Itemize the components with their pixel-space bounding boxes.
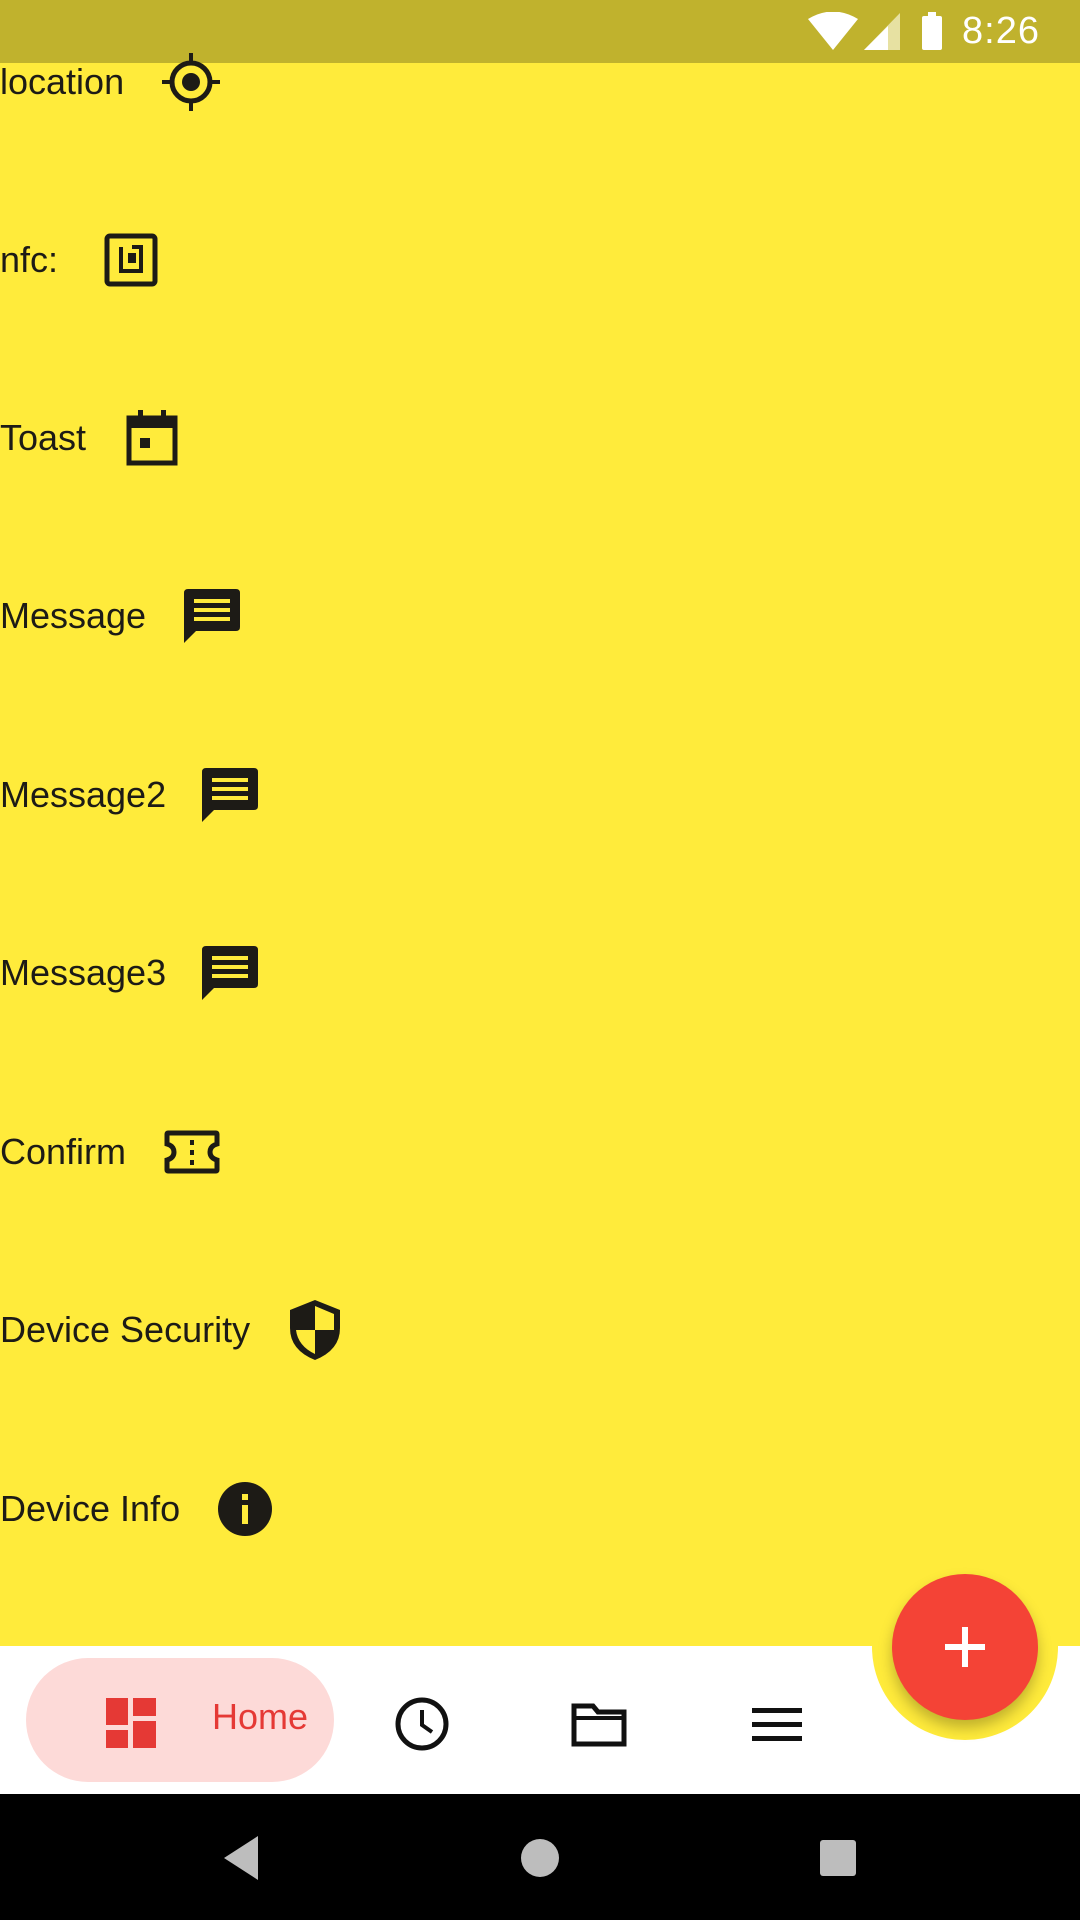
list-item-label: Message3 xyxy=(0,952,167,993)
list-item-label: Confirm xyxy=(0,1131,127,1172)
nfc-icon xyxy=(104,233,158,287)
shield-icon xyxy=(290,1300,341,1360)
list-item-confirm[interactable]: Confirm xyxy=(0,1102,220,1202)
system-navigation-bar xyxy=(0,1794,1080,1920)
ticket-icon xyxy=(164,1130,220,1174)
list-item-message[interactable]: Message xyxy=(0,566,241,666)
list-item-label: Message xyxy=(0,595,147,636)
recents-icon[interactable] xyxy=(810,1830,866,1886)
message-icon xyxy=(202,768,259,822)
dashboard-icon xyxy=(106,1698,156,1748)
menu-icon[interactable] xyxy=(749,1696,805,1752)
calendar-icon xyxy=(126,410,178,466)
wifi-icon xyxy=(808,12,858,50)
history-icon[interactable] xyxy=(394,1696,450,1752)
my-location-icon xyxy=(162,53,221,111)
list-item-toast[interactable]: Toast xyxy=(0,388,178,488)
list-item-location[interactable]: location xyxy=(0,32,221,132)
list-item-message3[interactable]: Message3 xyxy=(0,923,259,1023)
status-time: 8:26 xyxy=(962,10,1040,52)
list-item-label: Message2 xyxy=(0,774,167,815)
list-item-label: nfc: xyxy=(0,239,59,280)
add-button[interactable] xyxy=(892,1574,1038,1720)
back-icon[interactable] xyxy=(212,1830,268,1886)
message-icon xyxy=(184,589,241,643)
list-item-device-security[interactable]: Device Security xyxy=(0,1280,341,1380)
list-item-label: Device Info xyxy=(0,1488,181,1529)
battery-icon xyxy=(922,12,942,50)
home-circle-icon[interactable] xyxy=(512,1830,568,1886)
add-icon xyxy=(945,1627,985,1667)
nav-item-home[interactable]: Home xyxy=(26,1658,334,1782)
list-item-device-info[interactable]: Device Info xyxy=(0,1459,273,1559)
message-icon xyxy=(202,946,259,1000)
list-item-message2[interactable]: Message2 xyxy=(0,745,259,845)
list-item-label: Toast xyxy=(0,417,87,458)
folder-icon[interactable] xyxy=(571,1696,627,1752)
signal-icon xyxy=(864,13,900,50)
info-icon xyxy=(218,1482,273,1536)
list-item-label: location xyxy=(0,61,125,102)
list-item-nfc[interactable]: nfc: xyxy=(0,210,158,310)
nav-home-label: Home xyxy=(212,1696,309,1737)
list-item-label: Device Security xyxy=(0,1309,251,1350)
